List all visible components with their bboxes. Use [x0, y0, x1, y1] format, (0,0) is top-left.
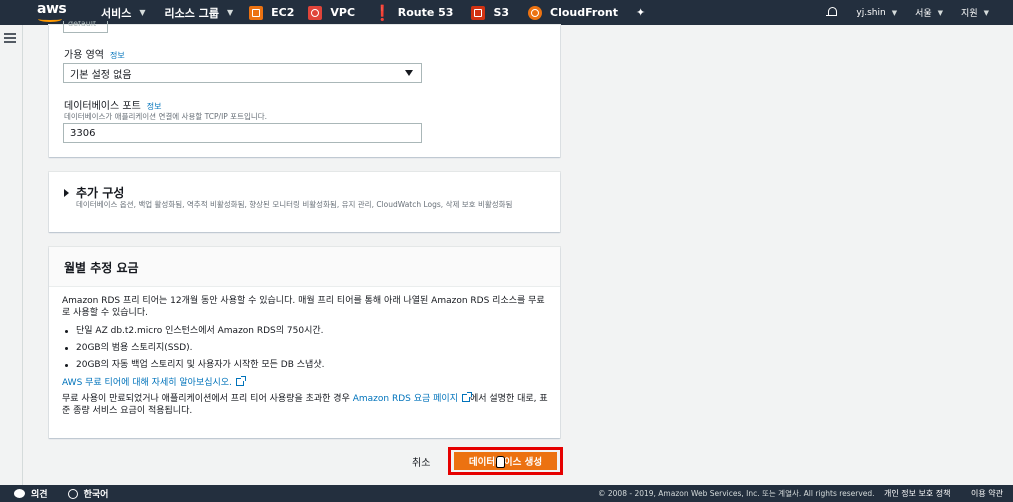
resource-groups-label: 리소스 그룹: [164, 6, 219, 20]
support-menu[interactable]: 지원 ▼: [961, 0, 989, 25]
free-tier-learn-more-link[interactable]: AWS 무료 티어에 대해 자세히 알아보십시오.: [62, 378, 232, 388]
additional-configuration-panel: 추가 구성 데이터베이스 옵션, 백업 활성화됨, 역추적 비활성화됨, 향상된…: [49, 172, 560, 232]
shortcut-s3-label: S3: [493, 6, 510, 19]
estimated-cost-panel: 월별 추정 요금 Amazon RDS 프리 티어는 12개월 동안 사용할 수…: [49, 247, 560, 438]
cloudfront-icon: [528, 5, 543, 20]
connectivity-panel: default 가용 영역 정보 기본 설정 없음 데이터베이스 포트 정보 데이터…: [49, 21, 560, 157]
additional-configuration-description: 데이터베이스 옵션, 백업 활성화됨, 역추적 비활성화됨, 향상된 모니터링 …: [76, 200, 513, 209]
ec2-icon: [249, 5, 264, 20]
availability-zone-label-text: 가용 영역: [64, 50, 104, 61]
cancel-button[interactable]: 취소: [412, 454, 430, 469]
shortcut-ec2-label: EC2: [271, 6, 295, 19]
estimated-cost-body: Amazon RDS 프리 티어는 12개월 동안 사용할 수 있습니다. 매월…: [62, 295, 552, 421]
copyright-text: © 2008 - 2019, Amazon Web Services, Inc.…: [598, 489, 875, 498]
availability-zone-info-link[interactable]: 정보: [110, 51, 125, 60]
feedback-button[interactable]: 의견: [14, 487, 48, 500]
shortcut-cloudfront[interactable]: CloudFront: [528, 0, 618, 25]
terms-link[interactable]: 이용 약관: [971, 488, 1003, 499]
rds-pricing-link[interactable]: Amazon RDS 요금 페이지: [353, 394, 458, 404]
list-item: 20GB의 자동 백업 스토리지 및 사용자가 시작한 모든 DB 스냅샷.: [62, 357, 552, 374]
language-label: 한국어: [83, 490, 109, 500]
external-link-icon: [461, 392, 472, 402]
globe-icon: [67, 488, 78, 499]
bell-icon[interactable]: [826, 6, 838, 19]
estimated-cost-header: 월별 추정 요금: [49, 247, 560, 287]
free-tier-intro: Amazon RDS 프리 티어는 12개월 동안 사용할 수 있습니다. 매월…: [62, 296, 545, 318]
partial-input-field[interactable]: default: [63, 21, 108, 33]
menu-icon[interactable]: [4, 33, 16, 43]
create-database-button[interactable]: 데이터베이스 생성: [454, 452, 557, 470]
region-menu[interactable]: 서울 ▼: [915, 0, 943, 25]
pin-shortcuts-button[interactable]: ✦: [636, 0, 645, 25]
chevron-down-icon: ▼: [937, 8, 944, 17]
additional-configuration-toggle[interactable]: 추가 구성: [64, 184, 124, 201]
shortcut-route53[interactable]: ❗ Route 53: [373, 0, 453, 25]
route53-icon: ❗: [373, 3, 392, 22]
shortcut-cloudfront-label: CloudFront: [550, 6, 619, 19]
pin-icon: ✦: [636, 6, 646, 19]
pricing-note-prefix: 무료 사용이 만료되었거나 애플리케이션에서 프리 티어 사용량을 초과한 경우: [62, 394, 353, 404]
list-item: 단일 AZ db.t2.micro 인스턴스에서 Amazon RDS의 750…: [62, 323, 552, 340]
shortcut-vpc-label: VPC: [330, 6, 356, 19]
pricing-note: 무료 사용이 만료되었거나 애플리케이션에서 프리 티어 사용량을 초과한 경우…: [62, 392, 552, 417]
services-label: 서비스: [101, 6, 132, 20]
db-port-description: 데이터베이스가 애플리케이션 연결에 사용할 TCP/IP 포트입니다.: [64, 112, 268, 121]
estimated-cost-title: 월별 추정 요금: [64, 261, 139, 275]
shortcut-route53-label: Route 53: [397, 6, 454, 19]
privacy-policy-link[interactable]: 개인 정보 보호 정책: [884, 488, 951, 499]
support-label: 지원: [961, 9, 978, 19]
chevron-down-icon: ▼: [226, 8, 234, 17]
availability-zone-label: 가용 영역 정보: [64, 46, 125, 61]
db-port-info-link[interactable]: 정보: [147, 102, 162, 111]
user-menu[interactable]: yj.shin ▼: [856, 0, 897, 25]
top-navigation-bar: aws 서비스 ▼ 리소스 그룹 ▼ EC2 VPC ❗ Route 53 S3…: [0, 0, 1013, 25]
aws-smile-icon: [38, 16, 62, 22]
shortcut-vpc[interactable]: VPC: [308, 0, 355, 25]
additional-configuration-title: 추가 구성: [76, 186, 125, 200]
list-item: 20GB의 범용 스토리지(SSD).: [62, 340, 552, 357]
user-label: yj.shin: [856, 7, 886, 18]
hand-cursor-icon: [496, 456, 505, 468]
s3-icon: [471, 5, 486, 20]
sidebar-divider: [22, 25, 23, 485]
shortcut-s3[interactable]: S3: [471, 0, 509, 25]
shortcut-ec2[interactable]: EC2: [249, 0, 294, 25]
free-tier-list: 단일 AZ db.t2.micro 인스턴스에서 Amazon RDS의 750…: [62, 323, 552, 374]
availability-zone-select[interactable]: 기본 설정 없음: [63, 63, 422, 83]
chevron-down-icon: ▼: [139, 8, 146, 17]
external-link-icon: [235, 376, 246, 386]
aws-logo-text: aws: [37, 1, 67, 17]
chat-bubble-icon: [14, 489, 25, 498]
nav-right-group: yj.shin ▼ 서울 ▼ 지원 ▼: [826, 0, 1013, 25]
dropdown-arrow-icon: [405, 70, 413, 76]
availability-zone-value: 기본 설정 없음: [70, 69, 132, 81]
chevron-down-icon: ▼: [891, 8, 898, 17]
resource-groups-menu[interactable]: 리소스 그룹 ▼: [165, 0, 234, 25]
region-label: 서울: [915, 9, 932, 19]
learn-more-row: AWS 무료 티어에 대해 자세히 알아보십시오.: [62, 376, 552, 389]
expand-triangle-icon: [64, 188, 69, 197]
db-port-input[interactable]: 3306: [63, 123, 422, 143]
db-port-value: 3306: [70, 127, 96, 139]
feedback-label: 의견: [31, 490, 48, 500]
chevron-down-icon: ▼: [983, 8, 989, 17]
aws-logo[interactable]: aws: [0, 0, 67, 25]
footer-bar: 의견 한국어 © 2008 - 2019, Amazon Web Service…: [0, 485, 1013, 502]
language-selector[interactable]: 한국어: [48, 487, 109, 500]
vpc-icon: [308, 5, 323, 20]
db-port-label: 데이터베이스 포트 정보: [64, 97, 162, 112]
